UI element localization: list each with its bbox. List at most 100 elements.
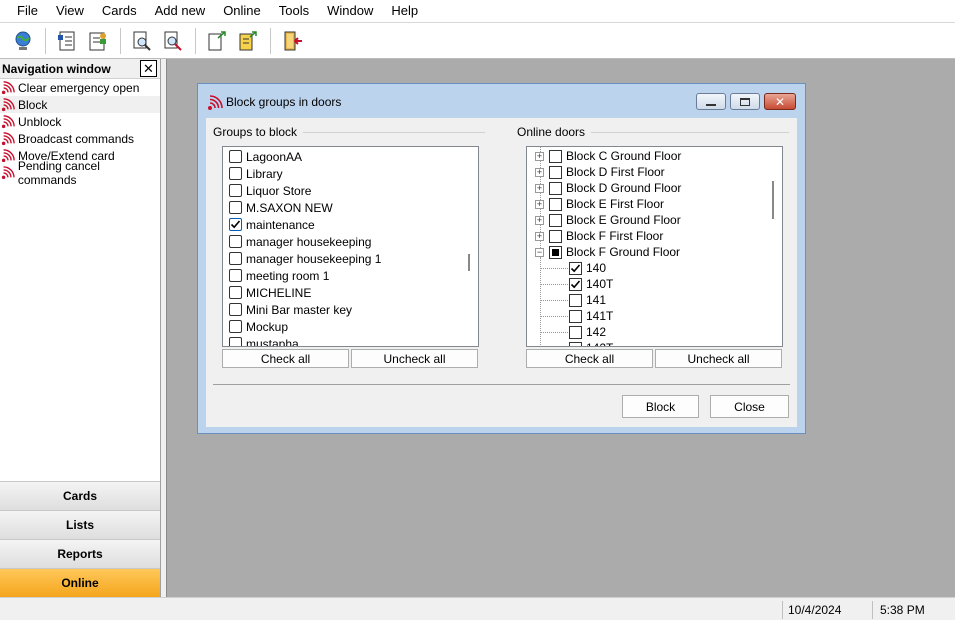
dialog-close-button[interactable]: ✕ bbox=[764, 93, 796, 110]
group-checkbox[interactable] bbox=[229, 269, 242, 282]
door-checkbox[interactable] bbox=[549, 165, 562, 179]
nav-item[interactable]: Block bbox=[0, 96, 160, 113]
globe-button[interactable] bbox=[10, 28, 36, 54]
group-checkbox[interactable] bbox=[229, 286, 242, 299]
door-checkbox[interactable] bbox=[549, 213, 562, 227]
group-checkbox[interactable] bbox=[229, 337, 242, 346]
close-icon[interactable]: ✕ bbox=[140, 60, 157, 77]
nav-item[interactable]: Pending cancel commands bbox=[0, 159, 160, 187]
group-checkbox[interactable] bbox=[229, 150, 242, 163]
close-button[interactable]: Close bbox=[710, 395, 789, 418]
group-checkbox[interactable] bbox=[229, 218, 242, 231]
door-group-node[interactable]: + Block F First Floor bbox=[535, 228, 663, 244]
group-checkbox[interactable] bbox=[229, 235, 242, 248]
group-list-item[interactable]: M.SAXON NEW bbox=[229, 199, 333, 216]
menu-view[interactable]: View bbox=[47, 0, 93, 22]
group-list-item[interactable]: MICHELINE bbox=[229, 284, 311, 301]
expand-icon[interactable]: + bbox=[535, 231, 544, 241]
export-doc-button[interactable] bbox=[204, 28, 230, 54]
nav-item[interactable]: Clear emergency open bbox=[0, 79, 160, 96]
group-checkbox[interactable] bbox=[229, 303, 242, 316]
doors-check-all-button[interactable]: Check all bbox=[526, 349, 653, 368]
search-doc-button[interactable] bbox=[160, 28, 186, 54]
groups-check-all-button[interactable]: Check all bbox=[222, 349, 349, 368]
door-node[interactable]: 140T bbox=[569, 276, 613, 292]
door-label: Block D Ground Floor bbox=[566, 181, 682, 195]
expand-icon[interactable]: + bbox=[535, 151, 544, 161]
door-node[interactable]: 141T bbox=[569, 308, 613, 324]
door-group-node[interactable]: − Block F Ground Floor bbox=[535, 244, 680, 260]
door-node[interactable]: 140 bbox=[569, 260, 606, 276]
door-group-node[interactable]: + Block C Ground Floor bbox=[535, 148, 681, 164]
transfer-button[interactable] bbox=[235, 28, 261, 54]
collapse-icon[interactable]: − bbox=[535, 247, 544, 257]
group-list-item[interactable]: manager housekeeping 1 bbox=[229, 250, 381, 267]
group-list-item[interactable]: Liquor Store bbox=[229, 182, 311, 199]
restore-button[interactable] bbox=[730, 93, 760, 110]
doors-scrollbar[interactable] bbox=[765, 148, 781, 345]
group-list-item[interactable]: Mockup bbox=[229, 318, 288, 335]
door-checkbox[interactable] bbox=[569, 277, 582, 291]
groups-scrollbar[interactable] bbox=[461, 148, 477, 345]
menu-tools[interactable]: Tools bbox=[270, 0, 318, 22]
minimize-button[interactable] bbox=[696, 93, 726, 110]
group-list-item[interactable]: Library bbox=[229, 165, 283, 182]
menu-window[interactable]: Window bbox=[318, 0, 382, 22]
card-user-button[interactable] bbox=[85, 28, 111, 54]
menu-help[interactable]: Help bbox=[382, 0, 427, 22]
groups-scroll-thumb[interactable] bbox=[468, 254, 470, 271]
menu-online[interactable]: Online bbox=[214, 0, 270, 22]
doors-scroll-thumb[interactable] bbox=[772, 181, 774, 219]
door-checkbox[interactable] bbox=[549, 197, 562, 211]
door-group-node[interactable]: + Block D First Floor bbox=[535, 164, 665, 180]
door-node[interactable]: 141 bbox=[569, 292, 606, 308]
group-list-item[interactable]: LagoonAA bbox=[229, 148, 302, 165]
block-button[interactable]: Block bbox=[622, 395, 699, 418]
group-checkbox[interactable] bbox=[229, 252, 242, 265]
door-checkbox[interactable] bbox=[549, 245, 562, 259]
door-checkbox[interactable] bbox=[569, 293, 582, 307]
group-list-item[interactable]: manager housekeeping bbox=[229, 233, 371, 250]
door-checkbox[interactable] bbox=[569, 325, 582, 339]
expand-icon[interactable]: + bbox=[535, 167, 544, 177]
card-list-button[interactable] bbox=[54, 28, 80, 54]
group-checkbox[interactable] bbox=[229, 184, 242, 197]
search-card-button[interactable] bbox=[129, 28, 155, 54]
nav-section-button[interactable]: Reports bbox=[0, 539, 160, 568]
exit-button[interactable] bbox=[279, 28, 305, 54]
group-list-item[interactable]: maintenance bbox=[229, 216, 315, 233]
nav-section-button[interactable]: Lists bbox=[0, 510, 160, 539]
nav-section-button[interactable]: Cards bbox=[0, 481, 160, 510]
online-doors-tree[interactable]: + Block C Ground Floor + Block D First Floo… bbox=[526, 146, 783, 347]
door-node[interactable]: 142 bbox=[569, 324, 606, 340]
group-list-item[interactable]: meeting room 1 bbox=[229, 267, 329, 284]
door-group-node[interactable]: + Block E First Floor bbox=[535, 196, 664, 212]
group-list-item[interactable]: mustapha bbox=[229, 335, 299, 346]
nav-item[interactable]: Broadcast commands bbox=[0, 130, 160, 147]
dialog-titlebar[interactable]: Block groups in doors ✕ bbox=[198, 84, 805, 118]
group-checkbox[interactable] bbox=[229, 167, 242, 180]
group-checkbox[interactable] bbox=[229, 320, 242, 333]
door-node[interactable]: 142T bbox=[569, 340, 613, 346]
expand-icon[interactable]: + bbox=[535, 199, 544, 209]
groups-uncheck-all-button[interactable]: Uncheck all bbox=[351, 349, 478, 368]
door-checkbox[interactable] bbox=[549, 229, 562, 243]
nav-item[interactable]: Unblock bbox=[0, 113, 160, 130]
groups-listbox[interactable]: LagoonAA Library Liquor Store M.SAXON NEW ma… bbox=[222, 146, 479, 347]
nav-section-button[interactable]: Online bbox=[0, 568, 160, 597]
menu-cards[interactable]: Cards bbox=[93, 0, 146, 22]
group-list-item[interactable]: Mini Bar master key bbox=[229, 301, 352, 318]
door-checkbox[interactable] bbox=[549, 149, 562, 163]
door-checkbox[interactable] bbox=[569, 341, 582, 346]
door-group-node[interactable]: + Block D Ground Floor bbox=[535, 180, 681, 196]
expand-icon[interactable]: + bbox=[535, 183, 544, 193]
menu-add-new[interactable]: Add new bbox=[146, 0, 215, 22]
door-checkbox[interactable] bbox=[549, 181, 562, 195]
door-checkbox[interactable] bbox=[569, 261, 582, 275]
door-group-node[interactable]: + Block E Ground Floor bbox=[535, 212, 681, 228]
doors-uncheck-all-button[interactable]: Uncheck all bbox=[655, 349, 782, 368]
group-checkbox[interactable] bbox=[229, 201, 242, 214]
menu-file[interactable]: File bbox=[8, 0, 47, 22]
expand-icon[interactable]: + bbox=[535, 215, 544, 225]
door-checkbox[interactable] bbox=[569, 309, 582, 323]
